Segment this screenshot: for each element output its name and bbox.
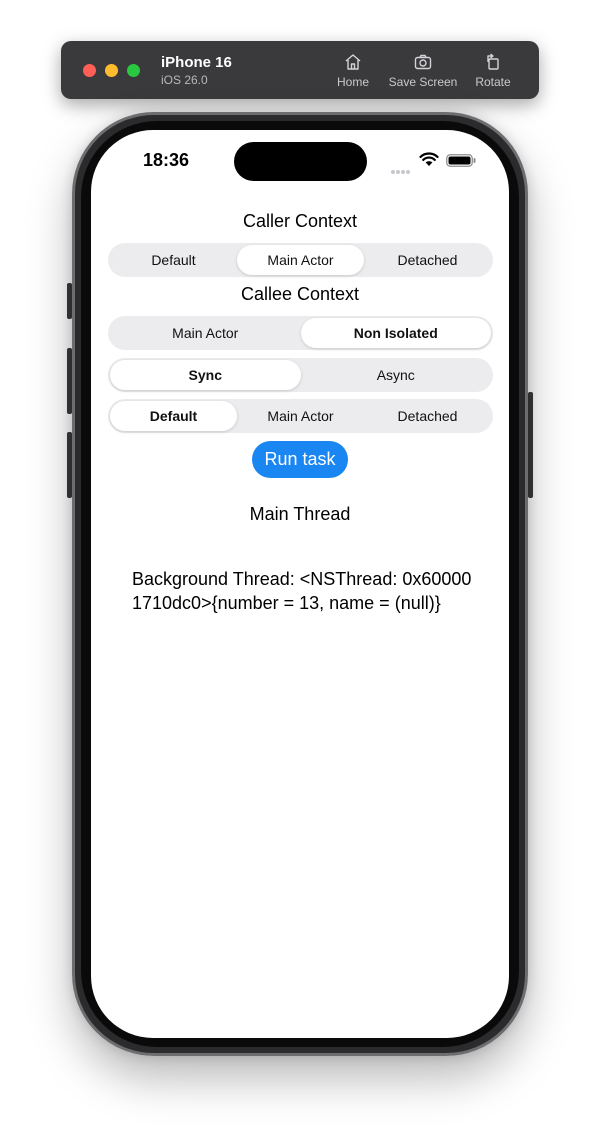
caller-option-detached[interactable]: Detached <box>364 245 491 275</box>
call-mode-option-sync[interactable]: Sync <box>110 360 301 390</box>
save-screen-label: Save Screen <box>388 75 458 89</box>
callee-context-picker: Main Actor Non Isolated <box>108 316 493 350</box>
minimize-window-button[interactable] <box>105 64 118 77</box>
home-icon <box>345 54 361 70</box>
rotate-button[interactable]: Rotate <box>471 53 515 89</box>
callee-option-main-actor[interactable]: Main Actor <box>110 318 301 348</box>
caller-context-title: Caller Context <box>242 211 358 231</box>
dynamic-island <box>234 142 367 181</box>
close-window-button[interactable] <box>83 64 96 77</box>
caller-option-main-actor[interactable]: Main Actor <box>237 245 364 275</box>
wifi-icon <box>419 152 439 166</box>
task-option-main-actor[interactable]: Main Actor <box>237 401 364 431</box>
caller-option-default[interactable]: Default <box>110 245 237 275</box>
callee-option-non-isolated[interactable]: Non Isolated <box>300 318 491 348</box>
main-thread-output: Main Thread <box>249 504 351 524</box>
home-button[interactable]: Home <box>333 53 373 89</box>
zoom-window-button[interactable] <box>127 64 140 77</box>
device-name: iPhone 16 <box>161 54 232 71</box>
battery-icon <box>446 154 476 167</box>
callee-context-title: Callee Context <box>240 284 360 304</box>
run-task-button[interactable]: Run task <box>252 441 348 478</box>
power-button <box>528 392 533 498</box>
rotate-icon <box>487 53 499 70</box>
home-label: Home <box>336 75 369 89</box>
task-option-detached[interactable]: Detached <box>364 401 491 431</box>
task-option-default[interactable]: Default <box>110 401 237 431</box>
cellular-signal-icon <box>391 161 411 179</box>
rotate-label: Rotate <box>475 75 511 89</box>
camera-icon <box>414 54 432 70</box>
call-mode-option-async[interactable]: Async <box>301 360 492 390</box>
simulator-stage: iPhone 16 iOS 26.0 Home Save Screen Rota… <box>0 0 600 1140</box>
os-version: iOS 26.0 <box>161 73 208 87</box>
save-screen-button[interactable]: Save Screen <box>385 53 461 89</box>
status-time: 18:36 <box>143 150 190 170</box>
task-kind-picker: Default Main Actor Detached <box>108 399 493 433</box>
caller-context-picker: Default Main Actor Detached <box>108 243 493 277</box>
call-mode-picker: Sync Async <box>108 358 493 392</box>
background-thread-output: Background Thread: <NSThread: 0x60000171… <box>132 569 472 613</box>
phone-screen: 18:36 Caller Context Default Main Actor … <box>91 130 509 1038</box>
simulator-toolbar: iPhone 16 iOS 26.0 Home Save Screen Rota… <box>61 41 539 99</box>
